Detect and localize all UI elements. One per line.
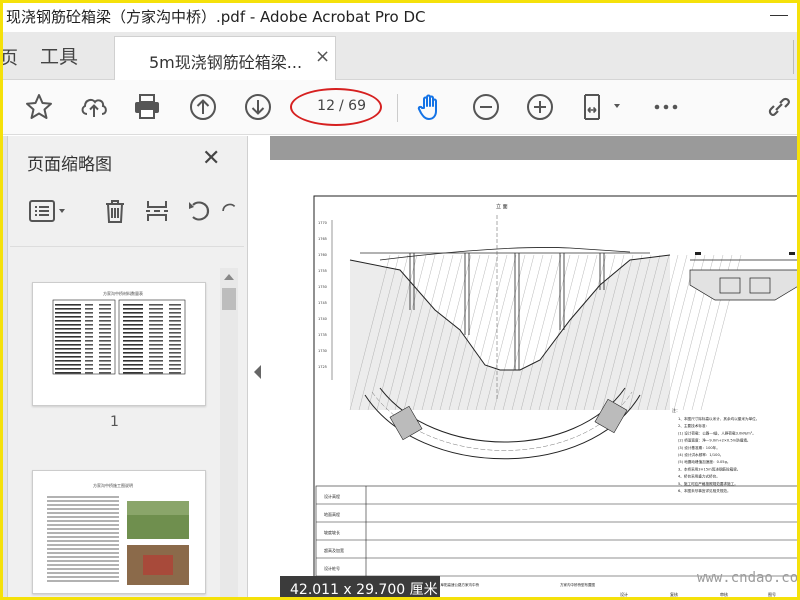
panel-close-icon[interactable]: ✕ — [202, 146, 220, 171]
title-block-row-label: 地面高程 — [324, 511, 340, 517]
more-icon[interactable] — [649, 90, 683, 124]
delete-icon[interactable] — [100, 196, 130, 226]
extract-pages-icon[interactable] — [142, 196, 172, 226]
thumbnail-scrollbar[interactable] — [220, 268, 238, 600]
watermark-text: www.cndao.com — [697, 570, 800, 586]
scrollbar-thumb[interactable] — [222, 288, 236, 310]
tab-close-icon[interactable]: × — [315, 46, 330, 67]
star-icon[interactable] — [22, 90, 56, 124]
thumb2-photo-1-sky — [127, 501, 189, 515]
elevation-label: 1765 — [318, 237, 327, 241]
elevation-label: 1755 — [318, 269, 327, 273]
tab-home-partial[interactable]: 页 — [0, 44, 18, 70]
panel-tab-strip[interactable] — [0, 136, 8, 600]
thumbnail-list: 方家沟中桥材料数量表 1 方家沟中桥施工图说明 — [10, 266, 218, 600]
document-view[interactable]: 立 面 1770 1765 1760 1755 1750 1745 1740 1735 1730… — [270, 136, 800, 600]
note-line: 5、施工时应严格按照规范要求施工。 — [678, 481, 738, 486]
toolbar-divider — [397, 94, 398, 122]
note-line: (2) 桥面宽度：净—9.0m+2×0.5m防撞墙。 — [678, 438, 751, 443]
elevation-label: 1740 — [318, 317, 327, 321]
thumb1-heading: 方家沟中桥材料数量表 — [103, 290, 143, 296]
page-fit-icon[interactable] — [578, 90, 626, 124]
note-line: (5) 地震动峰值加速度：0.05g。 — [678, 459, 730, 464]
elevation-label: 1725 — [318, 365, 327, 369]
tab-document-label: 5m现浇钢筋砼箱梁... — [149, 53, 303, 72]
thumbnails-panel: 页面缩略图 ✕ 方家沟中桥材料数量表 1 方家沟中桥施工图说明 — [0, 136, 248, 600]
note-line: (1) 设计荷载：公路—I级，人群荷载3.0kN/m²。 — [678, 430, 756, 435]
elevation-label: 1730 — [318, 349, 327, 353]
title-block-audit: 审核 — [720, 591, 728, 597]
print-icon[interactable] — [130, 90, 164, 124]
thumbnail-page-number: 1 — [110, 414, 119, 430]
panel-divider — [10, 246, 244, 247]
minimize-button[interactable] — [770, 15, 788, 16]
page-thumbnail-1[interactable]: 方家沟中桥材料数量表 — [32, 282, 206, 406]
thumbnail-options-icon[interactable] — [26, 196, 72, 226]
title-block-design: 设计 — [620, 591, 628, 597]
thumb2-photo-2-detail — [143, 555, 173, 575]
title-block-row-label: 超高及加宽 — [324, 547, 344, 553]
note-line: (3) 设计基准期：100年。 — [678, 445, 720, 450]
title-block-row-label: 设计桩号 — [324, 565, 340, 571]
elevation-label: 1735 — [318, 333, 327, 337]
scroll-up-icon[interactable] — [224, 274, 234, 280]
thumb2-heading: 方家沟中桥施工图说明 — [93, 482, 133, 488]
elevation-label: 1770 — [318, 221, 327, 225]
rotate-cw-icon[interactable] — [220, 196, 240, 226]
elevation-label: 1760 — [318, 253, 327, 257]
panel-title: 页面缩略图 — [27, 155, 112, 175]
panel-toolbar — [10, 192, 246, 232]
title-bar: 现浇钢筋砼箱梁（方家沟中桥）.pdf - Adobe Acrobat Pro D… — [0, 0, 800, 32]
elevation-label: 1745 — [318, 301, 327, 305]
tabbar-divider — [793, 40, 794, 74]
hand-tool-icon[interactable] — [413, 90, 447, 124]
note-line: 6、本图未尽事宜详见相关规范。 — [678, 488, 731, 493]
page-up-icon[interactable] — [186, 90, 220, 124]
note-line: (4) 设计洪水频率：1/100。 — [678, 452, 723, 457]
note-line: 2、主要技术标准： — [678, 423, 709, 428]
highlight-oval — [290, 88, 382, 126]
title-block-review: 复核 — [670, 591, 678, 597]
section-label: 立 面 — [496, 203, 508, 210]
page-size-tooltip: 42.011 x 29.700 厘米 — [280, 576, 440, 600]
zoom-in-icon[interactable] — [523, 90, 557, 124]
tab-document[interactable]: 5m现浇钢筋砼箱梁... × — [114, 36, 336, 80]
note-line: 3、本桥采用3×15m现浇钢筋砼箱梁。 — [678, 466, 740, 471]
tab-tools[interactable]: 工具 — [40, 42, 78, 69]
title-block-drawing-title: 方家沟中桥桥型布置图 — [560, 582, 595, 587]
main-toolbar: 12 / 69 — [0, 80, 800, 135]
title-block-row-label: 设计高程 — [324, 493, 340, 499]
elevation-label: 1750 — [318, 285, 327, 289]
engineering-drawing: 立 面 1770 1765 1760 1755 1750 1745 1740 1735 1730… — [313, 195, 800, 600]
collapse-panel-icon[interactable] — [254, 365, 261, 379]
note-line: 4、桥台采用重力式桥台。 — [678, 474, 720, 479]
notes-label: 注： — [672, 407, 680, 413]
tab-bar: 页 工具 5m现浇钢筋砼箱梁... × — [0, 32, 800, 80]
title-block-drawing-no: 图号 — [768, 591, 776, 597]
title-block-row-label: 坡度坡长 — [324, 529, 340, 535]
zoom-out-icon[interactable] — [469, 90, 503, 124]
pdf-page: 立 面 1770 1765 1760 1755 1750 1745 1740 1735 1730… — [270, 160, 800, 600]
window-title: 现浇钢筋砼箱梁（方家沟中桥）.pdf - Adobe Acrobat Pro D… — [6, 8, 426, 26]
link-icon[interactable] — [762, 90, 796, 124]
rotate-ccw-icon[interactable] — [184, 196, 214, 226]
upload-cloud-icon[interactable] — [77, 90, 111, 124]
page-thumbnail-2[interactable]: 方家沟中桥施工图说明 — [32, 470, 206, 594]
note-line: 1、本图尺寸除标高以米计，其余均以厘米为单位。 — [678, 416, 759, 421]
page-down-icon[interactable] — [241, 90, 275, 124]
